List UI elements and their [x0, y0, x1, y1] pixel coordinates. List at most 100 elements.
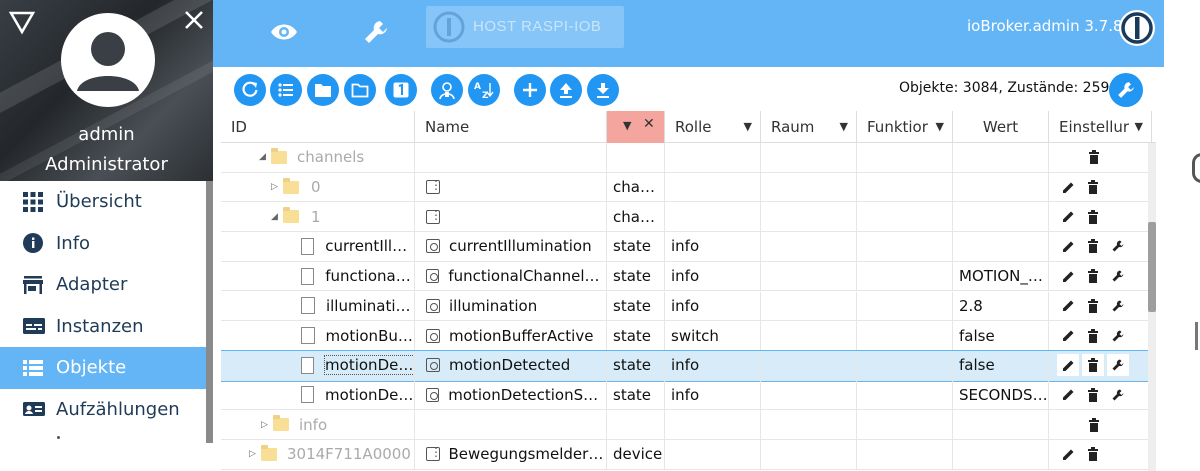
expert-mode-button[interactable]	[431, 74, 463, 106]
delete-button[interactable]	[1082, 235, 1104, 258]
clear-filter-icon[interactable]: ✕	[643, 116, 655, 132]
value-cell[interactable]: false	[959, 327, 995, 345]
pencil-icon	[1062, 271, 1073, 282]
delete-button[interactable]	[1082, 265, 1104, 288]
table-row[interactable]: ◢ channels	[221, 143, 1156, 173]
expand-folders-button[interactable]	[307, 74, 339, 106]
column-raum[interactable]: Raum ▼	[761, 111, 857, 143]
edit-button[interactable]	[1057, 205, 1079, 228]
depth-button[interactable]	[385, 74, 417, 106]
sidebar-item-objekte[interactable]: Objekte	[0, 347, 206, 389]
settings-button[interactable]	[1107, 354, 1129, 377]
trash-icon	[1088, 298, 1098, 313]
column-name[interactable]: Name	[415, 111, 607, 143]
sidebar-item-aufzaehlungen[interactable]: Aufzählungen	[0, 389, 206, 431]
host-selector[interactable]: HOST RASPI-IOB	[426, 6, 624, 48]
edge-decoration	[1195, 322, 1198, 350]
table-row[interactable]: currentIllumi currentIllumination state …	[221, 232, 1156, 262]
edit-button[interactable]	[1057, 176, 1079, 199]
column-id[interactable]: ID	[221, 111, 415, 143]
column-einstellungen[interactable]: Einstellur ▼	[1049, 111, 1152, 143]
delete-button[interactable]	[1082, 324, 1104, 347]
table-row[interactable]: motionBuffe motionBufferActive state swi…	[221, 321, 1156, 351]
sidebar-item-adapter[interactable]: Adapter	[0, 264, 206, 306]
delete-button[interactable]	[1082, 443, 1104, 466]
table-row[interactable]: ▷ 0 channe	[221, 172, 1156, 203]
value-cell[interactable]: MOTION_DET	[959, 267, 1048, 285]
header: HOST RASPI-IOB ioBroker.admin 3.7.8	[213, 0, 1164, 67]
column-funktion[interactable]: Funktior ▼	[857, 111, 953, 143]
page-edge	[1164, 0, 1200, 471]
edit-button[interactable]	[1057, 443, 1079, 466]
table-row[interactable]: motionDetec motionDetectionSen… state in…	[221, 380, 1156, 411]
column-rolle[interactable]: Rolle ▼	[665, 111, 761, 143]
collapse-arrow-icon[interactable]: ◢	[259, 152, 271, 162]
trash-icon	[1088, 239, 1098, 254]
table-row[interactable]: motionDetec motionDetected state info fa…	[221, 349, 1156, 382]
refresh-button[interactable]	[234, 74, 266, 106]
wrench-button[interactable]	[354, 10, 398, 54]
expand-arrow-icon[interactable]: ▷	[271, 182, 283, 192]
delete-button[interactable]	[1082, 354, 1104, 377]
sidebar-item-uebersicht[interactable]: Übersicht	[0, 181, 206, 223]
collapse-arrow-icon[interactable]: ◢	[271, 212, 283, 222]
table-row[interactable]: ▷ 3014F711A0000 Bewegungsmelder J… devic…	[221, 440, 1156, 470]
table-row[interactable]: ◢ 1 channe	[221, 202, 1156, 233]
delete-button[interactable]	[1082, 294, 1104, 317]
collapse-folders-button[interactable]	[344, 74, 376, 106]
user-role: Administrator	[45, 154, 168, 175]
list-view-button[interactable]	[270, 74, 302, 106]
settings-button[interactable]	[1107, 324, 1129, 347]
type-filter[interactable]: ▼ ✕	[607, 111, 665, 143]
table-settings-button[interactable]	[1109, 73, 1143, 107]
sort-az-button[interactable]: AZ	[468, 74, 500, 106]
delete-button[interactable]	[1083, 146, 1105, 169]
settings-button[interactable]	[1107, 294, 1129, 317]
edit-button[interactable]	[1057, 265, 1079, 288]
value-cell[interactable]: SECONDS_3(	[959, 386, 1048, 404]
wrench-icon	[1118, 82, 1134, 98]
menu-toggle-icon[interactable]	[8, 8, 36, 36]
settings-button[interactable]	[1107, 383, 1129, 406]
table-row[interactable]: ▷ info	[221, 410, 1156, 440]
settings-button[interactable]	[1107, 235, 1129, 258]
sidebar-scrollbar[interactable]	[206, 181, 213, 443]
sidebar-item-label: Instanzen	[56, 315, 144, 337]
delete-button[interactable]	[1082, 383, 1104, 406]
eye-button[interactable]	[262, 10, 306, 54]
edit-button[interactable]	[1057, 324, 1079, 347]
table-header: ID Name ▼ ✕ Rolle ▼ Raum ▼ Funktior ▼ Wert …	[221, 111, 1156, 143]
more-indicator	[57, 436, 60, 439]
download-button[interactable]	[587, 74, 619, 106]
value-cell[interactable]: 2.8	[959, 297, 983, 315]
close-icon[interactable]	[180, 6, 208, 34]
expand-arrow-icon[interactable]: ▷	[261, 420, 273, 430]
sidebar-item-instanzen[interactable]: Instanzen	[0, 306, 206, 348]
app: admin Administrator Übersicht Info Adapt…	[0, 0, 1200, 471]
delete-button[interactable]	[1082, 205, 1104, 228]
pencil-icon	[1062, 300, 1073, 312]
settings-button[interactable]	[1107, 265, 1129, 288]
wrench-icon	[1112, 270, 1124, 282]
sidebar: admin Administrator Übersicht Info Adapt…	[0, 0, 213, 471]
table-row[interactable]: illumination illumination state info 2.8	[221, 291, 1156, 322]
avatar[interactable]	[61, 13, 155, 107]
edit-button[interactable]	[1057, 383, 1079, 406]
chevron-down-icon: ▼	[1134, 120, 1143, 133]
edit-button[interactable]	[1057, 294, 1079, 317]
edit-button[interactable]	[1057, 235, 1079, 258]
pencil-icon	[1062, 389, 1073, 401]
sidebar-item-info[interactable]: Info	[0, 223, 206, 265]
svg-text:A: A	[474, 82, 481, 92]
upload-button[interactable]	[550, 74, 582, 106]
value-cell[interactable]: false	[959, 356, 995, 374]
delete-button[interactable]	[1082, 176, 1104, 199]
column-wert[interactable]: Wert	[953, 111, 1049, 143]
table-scrollbar-thumb[interactable]	[1148, 222, 1156, 312]
expand-arrow-icon[interactable]: ▷	[249, 449, 261, 459]
file-icon	[301, 267, 315, 285]
delete-button[interactable]	[1083, 413, 1105, 436]
table-row[interactable]: functionalCh functionalChannelTy… state …	[221, 261, 1156, 292]
edit-button[interactable]	[1057, 354, 1079, 377]
add-object-button[interactable]	[514, 74, 546, 106]
